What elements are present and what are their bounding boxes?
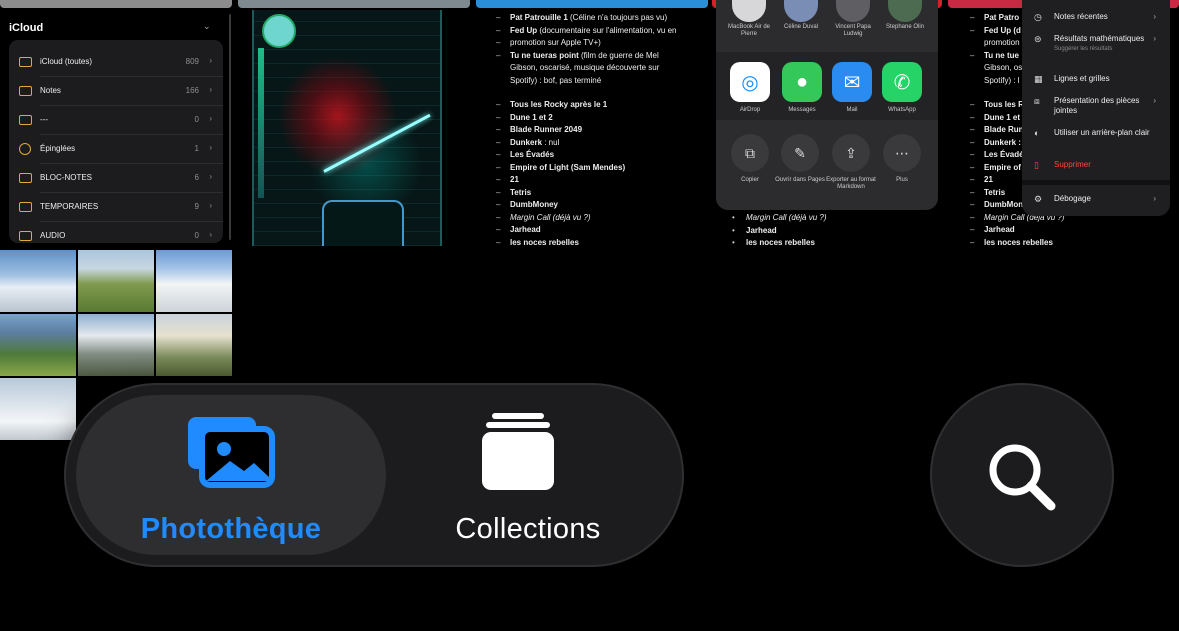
chevron-right-icon: › [209, 230, 212, 239]
folder-icon [19, 173, 32, 183]
split-view-divider [229, 14, 231, 240]
game-screenshot-thumbnail[interactable] [252, 10, 442, 246]
folder-icon [19, 86, 32, 96]
math-icon: ⊜ [1034, 34, 1042, 44]
contrast-icon: ◐ [1034, 128, 1040, 138]
ellipsis-icon: ⋯ [883, 134, 921, 172]
share-contact: Vincent Papa Ludwig [830, 0, 876, 38]
folder-count: 6 [194, 173, 199, 182]
photo-tile [0, 250, 76, 312]
folder-count: 166 [185, 86, 199, 95]
folder-count: 0 [194, 231, 199, 240]
folder-list: iCloud (toutes) 809 › Notes 166 › --- 0 … [9, 40, 223, 243]
folder-count: 9 [194, 202, 199, 211]
chevron-right-icon: › [209, 85, 212, 94]
trash-icon: ▯ [1034, 160, 1039, 170]
folder-label: AUDIO [40, 231, 66, 240]
collections-icon [482, 413, 554, 490]
laser-beam [323, 113, 431, 173]
folder-count: 1 [194, 144, 199, 153]
game-arena-gate [322, 200, 404, 246]
folder-icon [19, 57, 32, 67]
game-character-icon [262, 14, 296, 48]
photo-tile [78, 314, 154, 376]
folder-count: 0 [194, 115, 199, 124]
whatsapp-app: ✆ WhatsApp [877, 62, 927, 113]
messages-icon: ● [782, 62, 822, 102]
chevron-right-icon: › [209, 172, 212, 181]
folder-row: Épinglées 1 › [9, 135, 223, 164]
menu-separator [1022, 180, 1170, 185]
airdrop-icon: ◎ [730, 62, 770, 102]
share-people-row: MacBook Air de Pierre Céline Duval Vince… [716, 0, 938, 46]
chevron-right-icon: › [209, 56, 212, 65]
share-sheet-thumbnail[interactable]: MacBook Air de Pierre Céline Duval Vince… [716, 0, 938, 210]
messages-app: ● Messages [777, 62, 827, 113]
chevron-down-icon: ⌄ [203, 21, 211, 31]
grid-icon: ▦ [1034, 74, 1043, 84]
folder-row: BLOC-NOTES 6 › [9, 164, 223, 193]
share-actions-row: ⧉ Copier ✎ Ouvrir dans Pages ⇪ Exporter au … [716, 128, 938, 208]
search-button[interactable] [930, 383, 1114, 567]
whatsapp-icon: ✆ [882, 62, 922, 102]
attachments-icon: ⧈ [1034, 96, 1040, 106]
more-action: ⋯ Plus [877, 134, 927, 184]
folder-icon [19, 115, 32, 125]
tab-collections[interactable]: Collections [388, 395, 668, 555]
folder-label: TEMPORAIRES [40, 202, 99, 211]
share-note-tail: Margin Call (déjà vu ?) Jarhead les noce… [732, 212, 932, 250]
pinned-icon [19, 143, 31, 155]
open-in-pages-action: ✎ Ouvrir dans Pages [775, 134, 825, 184]
folder-row: iCloud (toutes) 809 › [9, 48, 223, 77]
photo-tile [78, 250, 154, 312]
debug-icon: ⚙ [1034, 194, 1043, 204]
folder-icon [19, 202, 32, 212]
mail-icon: ✉ [832, 62, 872, 102]
folder-row: --- 0 › [9, 106, 223, 135]
export-icon: ⇪ [832, 134, 870, 172]
chevron-right-icon: › [209, 114, 212, 123]
tab-collections-label: Collections [455, 513, 601, 545]
mail-app: ✉ Mail [827, 62, 877, 113]
share-apps-row: ◎ AirDrop ● Messages ✉ Mail ✆ WhatsApp [716, 52, 938, 120]
chevron-right-icon: › [209, 201, 212, 210]
context-menu-thumbnail[interactable]: ◷ Notes récentes › ⊜ Résultats mathématique… [1022, 0, 1170, 216]
photo-tile [0, 314, 76, 376]
folder-label: --- [40, 115, 48, 124]
folder-row: TEMPORAIRES 9 › [9, 193, 223, 222]
folder-label: Notes [40, 86, 61, 95]
tab-library-label: Photothèque [140, 513, 322, 545]
photo-tile [156, 314, 232, 376]
pen-icon: ✎ [781, 134, 819, 172]
folder-label: BLOC-NOTES [40, 173, 93, 182]
photo-tile [0, 378, 76, 440]
folder-row: Notes 166 › [9, 77, 223, 106]
tab-library[interactable]: Photothèque [76, 395, 386, 555]
game-hud-bar [258, 48, 264, 198]
note-text-thumbnail[interactable]: Pat Patrouille 1 (Céline n'a toujours pa… [496, 12, 708, 248]
share-contact: Stephane Olin [882, 0, 928, 31]
airdrop-app: ◎ AirDrop [725, 62, 775, 113]
folder-label: iCloud (toutes) [40, 57, 93, 66]
share-contact: Céline Duval [778, 0, 824, 31]
photo-library-icon [188, 417, 275, 488]
top-thumbnail-strip [476, 0, 708, 8]
copy-icon: ⧉ [731, 134, 769, 172]
search-icon [989, 444, 1056, 511]
top-thumbnail-strip [238, 0, 470, 8]
copy-action: ⧉ Copier [725, 134, 775, 184]
top-thumbnail-strip [0, 0, 232, 8]
share-contact: MacBook Air de Pierre [726, 0, 772, 38]
folder-label: Épinglées [40, 144, 76, 153]
clock-icon: ◷ [1034, 12, 1042, 22]
notes-account-header: iCloud [9, 22, 44, 34]
folder-row: AUDIO 0 › [9, 222, 223, 246]
folder-count: 809 [185, 57, 199, 66]
photo-tile [156, 250, 232, 312]
export-markdown-action: ⇪ Exporter au format Markdown [826, 134, 876, 191]
notes-folders-thumbnail[interactable]: iCloud ⌄ iCloud (toutes) 809 › Notes 166… [0, 10, 232, 246]
chevron-right-icon: › [209, 143, 212, 152]
folder-icon [19, 231, 32, 241]
